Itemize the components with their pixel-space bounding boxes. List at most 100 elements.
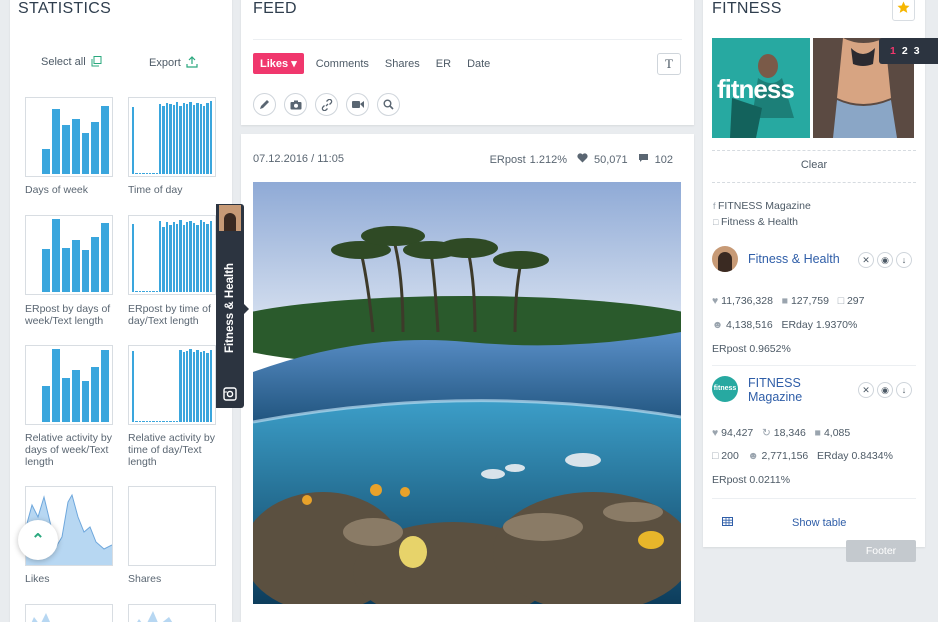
show-table-button[interactable]: Show table bbox=[792, 517, 846, 529]
chart-erpost-days-of-week[interactable] bbox=[25, 215, 113, 295]
account-name[interactable]: Fitness & Health bbox=[748, 252, 840, 266]
remove-icon[interactable]: ✕ bbox=[858, 252, 874, 268]
instagram-icon bbox=[223, 387, 237, 406]
text-toggle-button[interactable]: T bbox=[657, 53, 681, 75]
chart-label: Likes bbox=[25, 573, 50, 585]
post-stats: ERpost 1.212% 50,071 102 bbox=[490, 153, 673, 166]
download-icon[interactable]: ↓ bbox=[896, 252, 912, 268]
chart-label: Relative activity by days of week/Text l… bbox=[25, 432, 112, 468]
divider bbox=[712, 150, 916, 151]
heart-icon: ♥ bbox=[712, 427, 719, 439]
avatar: fitness bbox=[712, 376, 738, 402]
filter-er[interactable]: ER bbox=[436, 58, 451, 70]
chart-days-of-week[interactable] bbox=[25, 97, 113, 177]
account-name[interactable]: FITNESS Magazine bbox=[748, 376, 802, 404]
search-icon[interactable] bbox=[377, 93, 400, 116]
clear-button[interactable]: Clear bbox=[703, 159, 925, 171]
posts-icon: □ bbox=[837, 295, 845, 307]
divider bbox=[712, 182, 916, 183]
source-item[interactable]: f FITNESS Magazine bbox=[713, 200, 811, 212]
feed-panel: FEED Likes ▾ Comments Shares ER Date T bbox=[241, 0, 694, 125]
post-image[interactable] bbox=[253, 182, 681, 604]
avatar bbox=[712, 246, 738, 272]
chevron-up-icon: ⌃ bbox=[31, 532, 45, 549]
account-metrics: ♥ 94,427 ↻ 18,346 ■ 4,085 bbox=[712, 427, 851, 439]
eye-icon[interactable]: ◉ bbox=[877, 382, 893, 398]
download-icon[interactable]: ↓ bbox=[896, 382, 912, 398]
posts-icon: □ bbox=[712, 450, 719, 462]
feed-title: FEED bbox=[253, 0, 297, 17]
likes-value: 50,071 bbox=[593, 153, 628, 166]
account-side-tab[interactable]: Fitness & Health bbox=[216, 204, 249, 408]
statistics-title: STATISTICS bbox=[18, 0, 112, 17]
fitness-title: FITNESS bbox=[712, 0, 782, 17]
fitness-magazine-image[interactable]: fitness bbox=[712, 38, 810, 138]
account-metrics: □ 200 ☻ 2,771,156 ERday 0.8434% bbox=[712, 450, 893, 462]
table-icon bbox=[722, 513, 733, 531]
comments-value: 102 bbox=[654, 153, 673, 166]
instagram-icon: □ bbox=[713, 217, 721, 227]
chart-label: Time of day bbox=[128, 184, 183, 196]
comment-icon: ■ bbox=[814, 427, 822, 439]
chart-label: ERpost by time of day/Text length bbox=[128, 303, 211, 327]
export-button[interactable]: Export bbox=[149, 56, 198, 71]
chart-partial[interactable] bbox=[128, 604, 216, 622]
footer-button[interactable]: Footer bbox=[846, 540, 916, 562]
page-3[interactable]: 3 bbox=[914, 45, 920, 57]
account-metrics: ERpost 0.9652% bbox=[712, 343, 791, 355]
divider bbox=[253, 39, 682, 40]
star-button[interactable] bbox=[892, 0, 915, 21]
account-metrics: ♥ 11,736,328 ■ 127,759 □ 297 bbox=[712, 295, 865, 307]
chart-shares[interactable] bbox=[128, 486, 216, 566]
feed-tools bbox=[253, 93, 400, 116]
scroll-up-button[interactable]: ⌃ bbox=[18, 520, 58, 560]
page-2[interactable]: 2 bbox=[902, 45, 908, 57]
chart-time-of-day[interactable] bbox=[128, 97, 216, 177]
source-item[interactable]: □ Fitness & Health bbox=[713, 216, 798, 228]
star-icon bbox=[897, 1, 910, 19]
heart-icon: ♥ bbox=[712, 295, 719, 307]
chart-label: Shares bbox=[128, 573, 162, 585]
upload-icon bbox=[186, 56, 198, 71]
filter-shares[interactable]: Shares bbox=[385, 58, 420, 70]
video-icon[interactable] bbox=[346, 93, 369, 116]
caret-down-icon: ▾ bbox=[291, 58, 297, 70]
copy-icon bbox=[91, 56, 102, 70]
divider bbox=[712, 498, 916, 499]
remove-icon[interactable]: ✕ bbox=[858, 382, 874, 398]
caret-right-icon bbox=[244, 304, 249, 314]
chart-relative-days-of-week[interactable] bbox=[25, 345, 113, 425]
page-1[interactable]: 1 bbox=[890, 45, 896, 57]
divider bbox=[712, 365, 916, 366]
account-metrics: ☻ 4,138,516 ERday 1.9370% bbox=[712, 319, 858, 331]
select-all-button[interactable]: Select all bbox=[41, 56, 102, 70]
camera-icon[interactable] bbox=[284, 93, 307, 116]
eye-icon[interactable]: ◉ bbox=[877, 252, 893, 268]
filter-comments[interactable]: Comments bbox=[316, 58, 369, 70]
followers-icon: ☻ bbox=[747, 450, 759, 462]
filter-likes[interactable]: Likes ▾ bbox=[253, 53, 304, 74]
filter-date[interactable]: Date bbox=[467, 58, 490, 70]
select-all-label: Select all bbox=[41, 56, 86, 68]
fitness-logo-text: fitness bbox=[717, 74, 795, 104]
side-tab-label: Fitness & Health bbox=[224, 262, 236, 354]
account-actions: ✕ ◉ ↓ bbox=[858, 252, 912, 268]
pencil-icon[interactable] bbox=[253, 93, 276, 116]
chart-erpost-time-of-day[interactable] bbox=[128, 215, 216, 295]
chart-partial[interactable] bbox=[25, 604, 113, 622]
account-metrics: ERpost 0.0211% bbox=[712, 474, 791, 486]
feed-filters: Likes ▾ Comments Shares ER Date bbox=[253, 53, 506, 74]
chart-label: Days of week bbox=[25, 184, 89, 196]
post-date: 07.12.2016 / 11:05 bbox=[253, 153, 344, 165]
avatar bbox=[219, 205, 241, 231]
comment-icon: ■ bbox=[781, 295, 789, 307]
repost-icon: ↻ bbox=[762, 427, 771, 439]
heart-icon bbox=[577, 153, 588, 166]
chart-label: ERpost by days of week/Text length bbox=[25, 303, 111, 327]
post-card: 07.12.2016 / 11:05 ERpost 1.212% 50,071 … bbox=[241, 134, 694, 622]
chart-relative-time-of-day[interactable] bbox=[128, 345, 216, 425]
account-actions: ✕ ◉ ↓ bbox=[858, 382, 912, 398]
link-icon[interactable] bbox=[315, 93, 338, 116]
followers-icon: ☻ bbox=[712, 319, 724, 331]
export-label: Export bbox=[149, 57, 181, 69]
